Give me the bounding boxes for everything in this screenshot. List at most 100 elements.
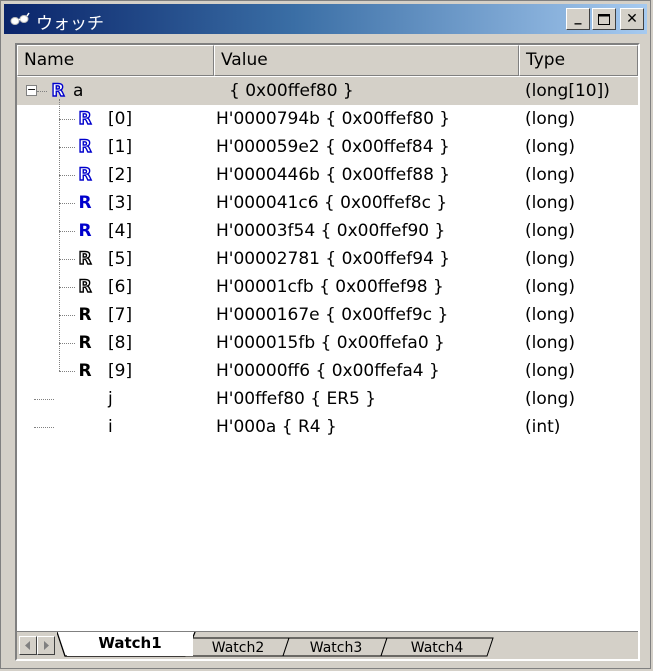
register-icon: R (78, 165, 92, 185)
row-value: H'0000446b { 0x00ffef88 } (216, 165, 451, 185)
register-icon: R (78, 277, 92, 297)
row-type: (long[10]) (525, 81, 610, 101)
row-name: [6] (108, 277, 133, 297)
tab-watch4[interactable]: Watch4 (383, 637, 491, 659)
row-type: (int) (525, 417, 561, 437)
row-value: H'000059e2 { 0x00ffef84 } (216, 137, 450, 157)
row-type: (long) (525, 361, 575, 381)
table-row[interactable]: − Ra { 0x00ffef80 } (long[10]) (17, 77, 638, 105)
row-value: H'000a { R4 } (216, 417, 337, 437)
register-icon: R (78, 109, 92, 129)
column-header-value[interactable]: Value (214, 45, 519, 76)
table-row[interactable]: R [7] H'0000167e { 0x00ffef9c } (long) (17, 301, 638, 329)
table-row[interactable]: i H'000a { R4 } (int) (17, 413, 638, 441)
register-icon: R (78, 221, 92, 241)
tree-connector (59, 175, 75, 176)
register-icon: R (78, 333, 92, 353)
table-row[interactable]: R [9] H'00000ff6 { 0x00ffefa4 } (long) (17, 357, 638, 385)
row-type: (long) (525, 193, 575, 213)
register-icon: R (78, 305, 92, 325)
column-header: Name Value Type (17, 45, 638, 76)
row-name: j (108, 389, 113, 409)
tree-connector (34, 399, 54, 400)
minimize-icon: _ (574, 9, 582, 25)
table-row[interactable]: R [0] H'0000794b { 0x00ffef80 } (long) (17, 105, 638, 133)
minimize-button[interactable]: _ (566, 8, 590, 30)
row-type: (long) (525, 221, 575, 241)
close-button[interactable]: ✕ (620, 8, 644, 30)
row-type: (long) (525, 305, 575, 325)
tree-connector (59, 203, 75, 204)
row-name: [1] (108, 137, 133, 157)
tree-connector (37, 91, 47, 92)
row-value: H'0000794b { 0x00ffef80 } (216, 109, 451, 129)
watch-window: ウォッチ _ ✕ Name Value Type − Ra { 0x00ffef80… (0, 0, 651, 669)
maximize-icon (598, 13, 610, 25)
row-name: [4] (108, 221, 133, 241)
register-icon: R (78, 193, 92, 213)
row-name: [7] (108, 305, 133, 325)
maximize-button[interactable] (592, 8, 616, 30)
tree-connector (59, 371, 75, 372)
table-row[interactable]: R [5] H'00002781 { 0x00ffef94 } (long) (17, 245, 638, 273)
row-name: a (73, 81, 84, 101)
row-value: H'0000167e { 0x00ffef9c } (216, 305, 449, 325)
tab-bar: Watch1 Watch2 Watch3 Watch4 (17, 631, 638, 659)
row-name: [3] (108, 193, 133, 213)
table-row[interactable]: R [8] H'000015fb { 0x00ffefa0 } (long) (17, 329, 638, 357)
title-bar[interactable]: ウォッチ _ ✕ (4, 4, 647, 34)
scroll-left-icon (25, 641, 30, 650)
tab-watch2[interactable]: Watch2 (187, 637, 289, 659)
tree-connector (59, 315, 75, 316)
register-icon: R (51, 81, 65, 101)
window-title: ウォッチ (36, 14, 104, 34)
watch-list: Name Value Type − Ra { 0x00ffef80 } (long[1… (15, 43, 640, 661)
row-type: (long) (525, 277, 575, 297)
row-value: H'000041c6 { 0x00ffef8c } (216, 193, 448, 213)
tab-watch3[interactable]: Watch3 (285, 637, 387, 659)
row-name: [9] (108, 361, 133, 381)
tree-connector (59, 119, 75, 120)
row-value: H'000015fb { 0x00ffefa0 } (216, 333, 445, 353)
collapse-toggle[interactable]: − (26, 84, 37, 96)
tree-connector (59, 231, 75, 232)
row-type: (long) (525, 389, 575, 409)
scroll-right-button[interactable] (37, 636, 55, 655)
row-value: H'00003f54 { 0x00ffef90 } (216, 221, 446, 241)
tree-connector (59, 259, 75, 260)
column-header-type[interactable]: Type (519, 45, 638, 76)
row-name: [2] (108, 165, 133, 185)
row-type: (long) (525, 137, 575, 157)
tree-connector (59, 287, 75, 288)
row-type: (long) (525, 333, 575, 353)
row-name: i (108, 417, 113, 437)
column-header-name[interactable]: Name (17, 45, 214, 76)
table-row[interactable]: R [3] H'000041c6 { 0x00ffef8c } (long) (17, 189, 638, 217)
row-value: { 0x00ffef80 } (229, 81, 354, 101)
row-type: (long) (525, 109, 575, 129)
row-value: H'00001cfb { 0x00ffef98 } (216, 277, 444, 297)
tree-connector (59, 343, 75, 344)
tab-watch1[interactable]: Watch1 (67, 632, 193, 656)
table-row[interactable]: j H'00ffef80 { ER5 } (long) (17, 385, 638, 413)
row-name: [8] (108, 333, 133, 353)
register-icon: R (78, 137, 92, 157)
table-row[interactable]: R [2] H'0000446b { 0x00ffef88 } (long) (17, 161, 638, 189)
scroll-left-button[interactable] (19, 636, 37, 655)
register-icon: R (78, 249, 92, 269)
row-value: H'00002781 { 0x00ffef94 } (216, 249, 451, 269)
row-type: (long) (525, 249, 575, 269)
scroll-right-icon (44, 641, 49, 650)
register-icon: R (78, 361, 92, 381)
row-type: (long) (525, 165, 575, 185)
tree-connector (34, 427, 54, 428)
row-value: H'00000ff6 { 0x00ffefa4 } (216, 361, 440, 381)
table-row[interactable]: R [4] H'00003f54 { 0x00ffef90 } (long) (17, 217, 638, 245)
tree-connector (59, 147, 75, 148)
row-value: H'00ffef80 { ER5 } (216, 389, 377, 409)
row-name: [0] (108, 109, 133, 129)
close-icon: ✕ (626, 11, 638, 27)
watch-glasses-icon (10, 12, 30, 25)
table-row[interactable]: R [1] H'000059e2 { 0x00ffef84 } (long) (17, 133, 638, 161)
table-row[interactable]: R [6] H'00001cfb { 0x00ffef98 } (long) (17, 273, 638, 301)
